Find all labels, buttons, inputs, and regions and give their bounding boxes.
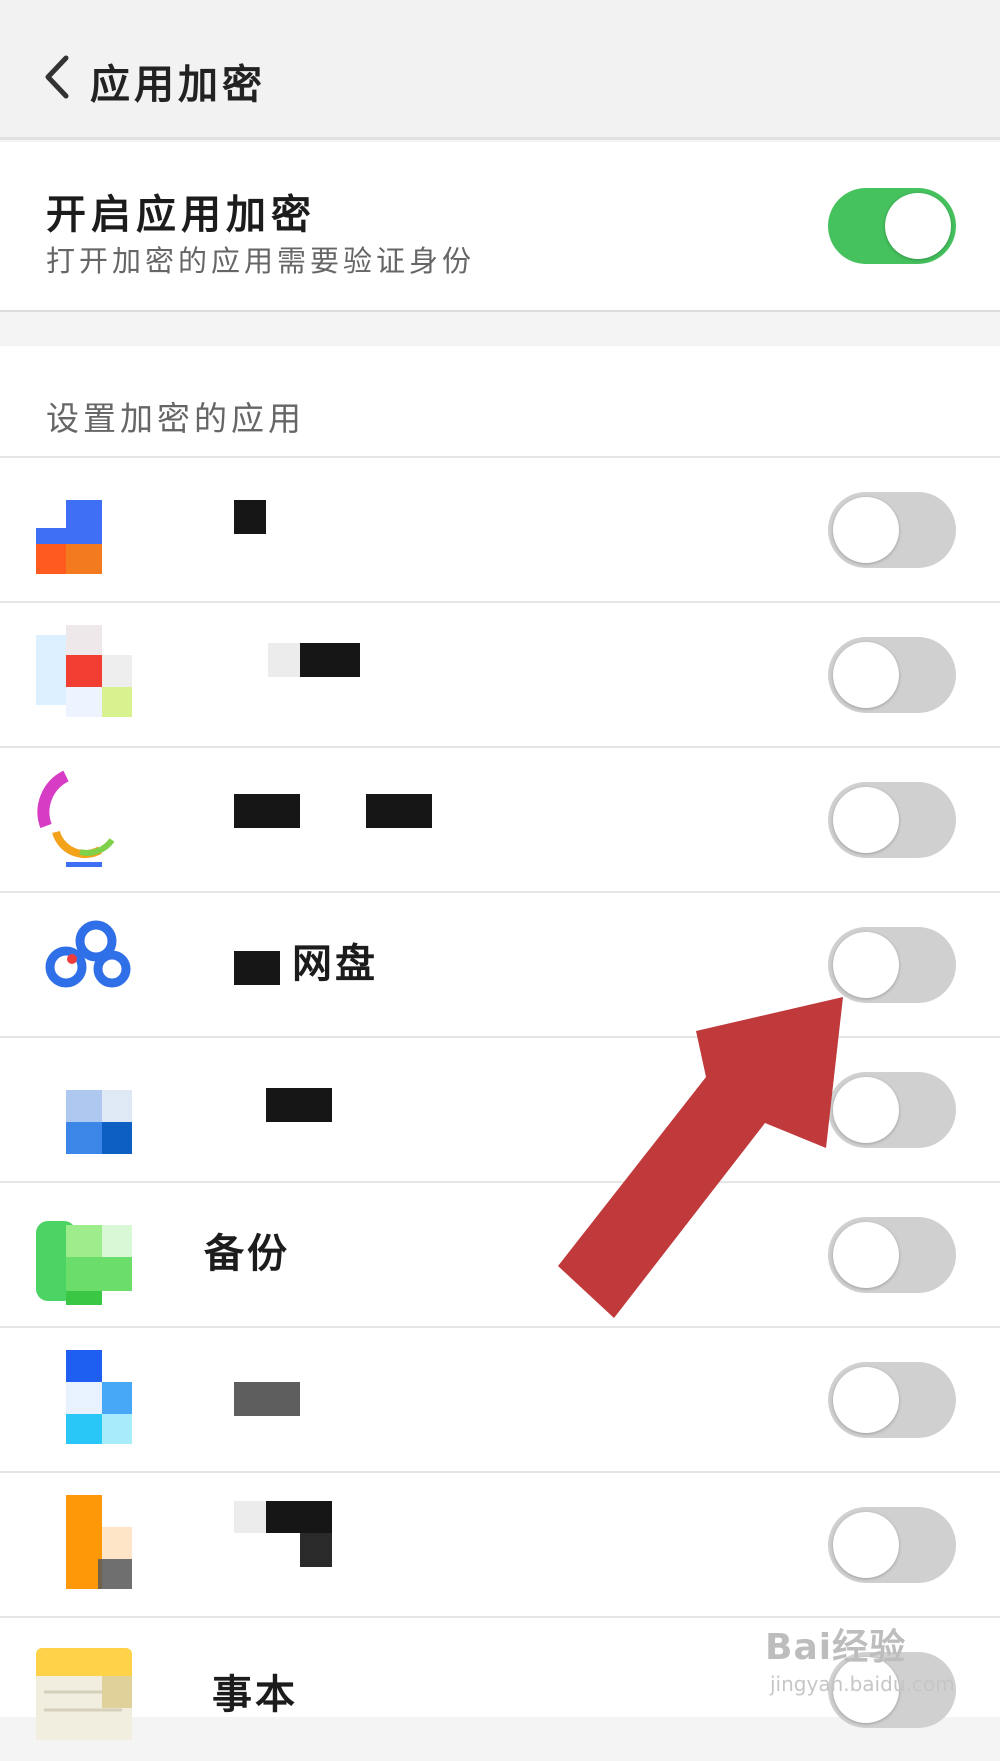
app-encryption-toggle[interactable] — [828, 492, 956, 568]
cloud-drive-icon — [45, 920, 131, 988]
redacted-name-block — [300, 1533, 332, 1567]
redacted-name-block — [234, 500, 266, 534]
app-name: 事本 — [212, 1672, 298, 1718]
redacted-name-block — [366, 794, 432, 828]
baidu-watermark-url: jingyan.baidu.com — [770, 1672, 955, 1696]
app-name: 备份 — [204, 1231, 290, 1277]
app-row[interactable] — [0, 1471, 1000, 1616]
app-encryption-toggle[interactable] — [828, 927, 956, 1003]
app-row[interactable] — [0, 746, 1000, 891]
redacted-name-block — [266, 1088, 332, 1122]
toggle-knob — [833, 1222, 899, 1288]
master-encryption-toggle[interactable] — [828, 188, 956, 264]
redacted-name-block — [234, 1501, 266, 1533]
colorful-ring-app-icon — [37, 770, 115, 867]
redacted-name-block — [234, 1382, 300, 1416]
app-encryption-toggle[interactable] — [828, 637, 956, 713]
app-row[interactable] — [0, 1036, 1000, 1181]
app-header: 应用加密 — [0, 0, 1000, 140]
master-toggle-title: 开启应用加密 — [46, 192, 316, 238]
app-list-card: 设置加密的应用 网盘 备份 事本 — [0, 346, 1000, 1740]
toggle-knob — [885, 193, 951, 259]
master-toggle-subtitle: 打开加密的应用需要验证身份 — [46, 244, 476, 278]
blue-app-icon — [36, 500, 102, 574]
app-encryption-toggle[interactable] — [828, 1507, 956, 1583]
blue-square-app-icon — [66, 1350, 132, 1444]
green-backup-icon — [36, 1221, 132, 1305]
toggle-knob — [833, 497, 899, 563]
back-arrow-icon[interactable] — [40, 52, 74, 102]
app-encryption-toggle[interactable] — [828, 1217, 956, 1293]
blue-grid-app-icon — [66, 1090, 132, 1154]
section-label: 设置加密的应用 — [46, 399, 305, 438]
app-row[interactable] — [0, 456, 1000, 601]
redacted-name-block — [234, 951, 280, 985]
redacted-name-block — [234, 794, 300, 828]
toggle-knob — [833, 642, 899, 708]
app-encryption-toggle[interactable] — [828, 1072, 956, 1148]
toggle-knob — [833, 1367, 899, 1433]
toggle-knob — [833, 932, 899, 998]
page-title: 应用加密 — [90, 62, 266, 108]
notepad-icon — [36, 1648, 132, 1740]
red-app-icon — [36, 625, 132, 717]
app-encryption-toggle[interactable] — [828, 782, 956, 858]
app-row[interactable]: 网盘 — [0, 891, 1000, 1036]
app-row[interactable]: 备份 — [0, 1181, 1000, 1326]
toggle-knob — [833, 787, 899, 853]
app-name: 网盘 — [292, 941, 378, 987]
toggle-knob — [833, 1077, 899, 1143]
master-toggle-card: 开启应用加密 打开加密的应用需要验证身份 — [0, 142, 1000, 312]
toggle-knob — [833, 1512, 899, 1578]
app-row[interactable] — [0, 1326, 1000, 1471]
baidu-watermark-logo: Bai经验 — [765, 1627, 907, 1668]
app-encryption-toggle[interactable] — [828, 1362, 956, 1438]
app-row[interactable] — [0, 601, 1000, 746]
redacted-name-block — [268, 643, 300, 677]
redacted-name-block — [300, 643, 360, 677]
redacted-name-block — [266, 1501, 332, 1533]
orange-app-icon — [66, 1495, 132, 1589]
